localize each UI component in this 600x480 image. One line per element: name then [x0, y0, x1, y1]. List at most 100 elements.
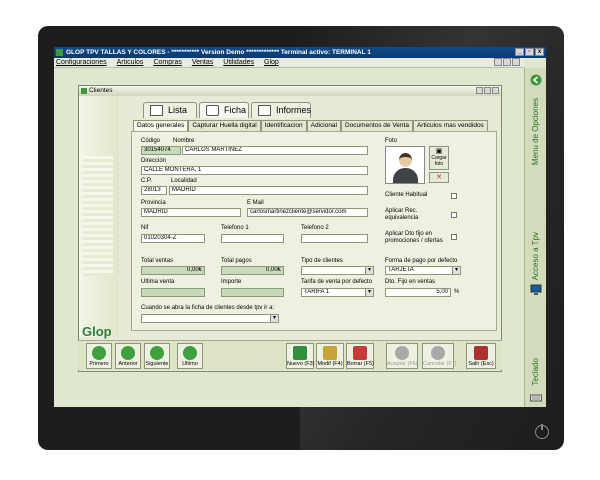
- report-icon: [258, 105, 271, 116]
- aplicar-dto-checkbox[interactable]: [451, 234, 457, 240]
- clientes-window: Clientes Glop Lista Ficha Informes Datos…: [78, 85, 502, 372]
- dto-unit: %: [454, 289, 460, 295]
- telefono1-field[interactable]: [221, 234, 284, 243]
- tab-informes[interactable]: Informes: [251, 102, 311, 118]
- total-ventas-field: 0,00€: [141, 266, 205, 275]
- anterior-button[interactable]: Anterior: [115, 343, 141, 369]
- photo-head: [399, 153, 412, 167]
- nombre-label: Nombre: [173, 138, 195, 144]
- aplicar-rec-checkbox[interactable]: [451, 212, 457, 218]
- tab-lista[interactable]: Lista: [143, 102, 197, 118]
- delete-photo-button[interactable]: ✕: [429, 172, 449, 183]
- telefono1-label: Telefono 1: [221, 225, 249, 231]
- nombre-field[interactable]: CARLOS MARTÍNEZ: [182, 146, 368, 155]
- tab-ficha[interactable]: Ficha: [199, 102, 249, 118]
- cancel-icon: [431, 346, 445, 360]
- monitor-icon[interactable]: [530, 284, 542, 296]
- dto-field[interactable]: 5,00: [385, 288, 451, 297]
- siguiente-label: Siguiente: [145, 361, 169, 367]
- localidad-field[interactable]: MADRID: [169, 186, 368, 195]
- menu-glop[interactable]: Glop: [264, 58, 279, 67]
- forma-pago-select[interactable]: TARJETA: [385, 266, 461, 275]
- restore-icon[interactable]: ▫: [525, 48, 534, 56]
- teclado-label[interactable]: Teclado: [531, 358, 540, 386]
- tipo-clientes-label: Tipo de clientes: [301, 258, 343, 264]
- cancelar-label: Cancelar (F7): [423, 361, 457, 367]
- exit-door-icon: [474, 346, 488, 360]
- ficha-select[interactable]: [141, 314, 279, 323]
- aplicar-rec-label-1: Aplicar Rec.: [385, 208, 418, 214]
- ficha-label: Cuando se abra la ficha de clientes desd…: [141, 305, 275, 311]
- subtab-identificacion[interactable]: Identificacion: [260, 120, 307, 131]
- aceptar-label: Aceptar (F6): [387, 361, 418, 367]
- modif-button[interactable]: Modif (F4): [316, 343, 344, 369]
- menu-articulos[interactable]: Articulos: [117, 58, 144, 67]
- nif-field[interactable]: 01020304-Z: [141, 234, 205, 243]
- menu-opciones-label[interactable]: Menu de Opciones: [531, 98, 540, 165]
- primero-button[interactable]: Primero: [86, 343, 112, 369]
- subtab-articulos[interactable]: Articulos mas vendidos: [412, 120, 488, 131]
- borrar-label: Borrar (F5): [347, 361, 374, 367]
- cp-field[interactable]: 28013: [141, 186, 167, 195]
- keyboard-icon[interactable]: [530, 392, 542, 404]
- screen: GLOP TPV TALLAS Y COLORES - *********** …: [54, 47, 546, 407]
- cargar-foto-button[interactable]: ▣ Cargar foto: [429, 146, 449, 170]
- child-close-icon[interactable]: [512, 58, 520, 66]
- ultima-venta-field: [141, 288, 205, 297]
- clientes-title: Clientes: [89, 87, 113, 94]
- menu-ventas[interactable]: Ventas: [192, 58, 213, 67]
- check-icon: [395, 346, 409, 360]
- subtab-documentos[interactable]: Documentos de Venta: [341, 120, 413, 131]
- subtab-datos-generales[interactable]: Datos generales: [133, 120, 189, 131]
- cliente-habitual-label: Cliente Habitual: [385, 192, 428, 198]
- codigo-label: Código: [141, 138, 161, 144]
- minimize-icon[interactable]: _: [515, 48, 524, 56]
- aplicar-dto-label-2: promociones / ofertas: [385, 238, 443, 244]
- delete-doc-icon: [353, 346, 367, 360]
- child-minimize-icon[interactable]: [494, 58, 502, 66]
- cliente-habitual-checkbox[interactable]: [451, 193, 457, 199]
- ultimo-button[interactable]: Ultimo: [177, 343, 203, 369]
- salir-button[interactable]: Salir (Esc): [466, 343, 496, 369]
- child-restore-icon[interactable]: [503, 58, 511, 66]
- direccion-field[interactable]: CALLE MONTERA, 1: [141, 166, 368, 175]
- clientes-title-bar: Clientes: [79, 86, 501, 96]
- nuevo-button[interactable]: Nuevo (F3): [286, 343, 315, 369]
- close-icon[interactable]: x: [535, 48, 544, 56]
- acceso-tpv-label[interactable]: Acceso a Tpv: [531, 232, 540, 280]
- aceptar-button[interactable]: Aceptar (F6): [386, 343, 418, 369]
- salir-label: Salir (Esc): [468, 361, 494, 367]
- tab-informes-label: Informes: [276, 105, 312, 115]
- modif-label: Modif (F4): [317, 361, 343, 367]
- clientes-restore-icon[interactable]: [484, 87, 491, 94]
- telefono2-field[interactable]: [301, 234, 368, 243]
- siguiente-button[interactable]: Siguiente: [144, 343, 170, 369]
- tipo-clientes-select[interactable]: [301, 266, 374, 275]
- delete-photo-icon: ✕: [436, 174, 442, 181]
- right-sidebar: Menu de Opciones Acceso a Tpv Teclado: [524, 68, 546, 407]
- email-field[interactable]: carlosmartinezcliente@servidor.com: [247, 208, 368, 217]
- cancelar-button[interactable]: Cancelar (F7): [422, 343, 457, 369]
- power-icon[interactable]: [535, 424, 549, 439]
- clientes-minimize-icon[interactable]: [476, 87, 483, 94]
- localidad-label: Localidad: [171, 178, 197, 184]
- options-arrow-icon[interactable]: [530, 74, 542, 86]
- menu-configuraciones[interactable]: Configuraciones: [56, 58, 107, 67]
- forma-pago-label: Forma de pago por defecto: [385, 258, 458, 264]
- menu-compras[interactable]: Compras: [153, 58, 181, 67]
- dto-label: Dto. Fijo en ventas: [385, 279, 436, 285]
- clientes-close-icon[interactable]: [492, 87, 499, 94]
- provincia-field[interactable]: MADRID: [141, 208, 241, 217]
- last-arrow-icon: [183, 346, 197, 360]
- borrar-button[interactable]: Borrar (F5): [346, 343, 374, 369]
- subtab-adicional[interactable]: Adicional: [306, 120, 341, 131]
- tarifa-select[interactable]: TARIFA 1: [301, 288, 374, 297]
- menu-utilidades[interactable]: Utilidades: [223, 58, 254, 67]
- left-decoration: Glop: [79, 96, 119, 339]
- tarifa-label: Tarifa de venta por defecto: [301, 279, 373, 285]
- total-pagos-label: Total pagos: [221, 258, 252, 264]
- aplicar-dto-label-1: Aplicar Dto fijo en: [385, 231, 433, 237]
- ultimo-label: Ultimo: [182, 361, 198, 367]
- subtab-huella[interactable]: Capturar Huella digital: [188, 120, 261, 131]
- codigo-field[interactable]: 30154074: [141, 146, 181, 155]
